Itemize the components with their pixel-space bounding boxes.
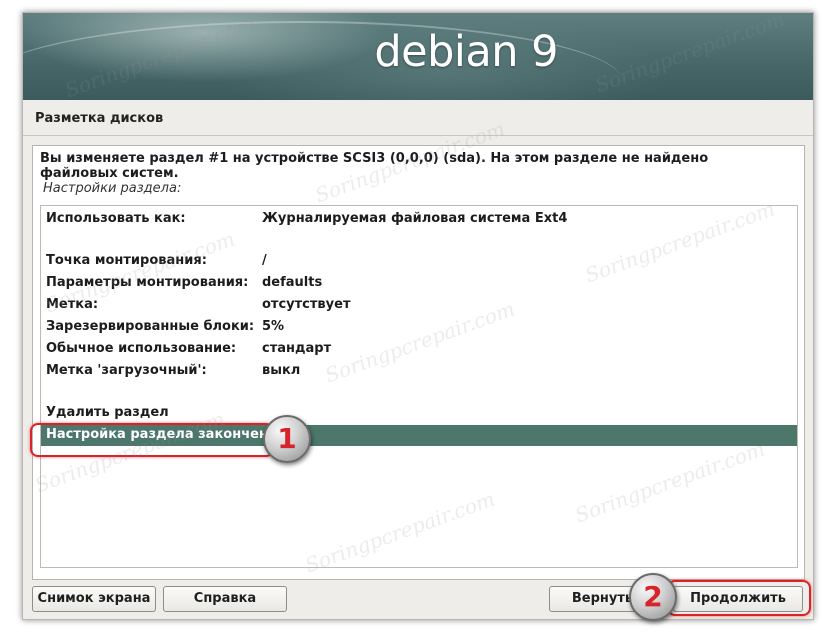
setting-row-mount-options[interactable]: Параметры монтирования: defaults [41,273,797,294]
setting-value: выкл [262,363,301,378]
setting-label: Параметры монтирования: [46,275,249,290]
action-label: Удалить раздел [46,405,169,420]
setting-label: Метка 'загрузочный': [46,363,207,378]
partition-description: Вы изменяете раздел #1 на устройстве SCS… [40,151,709,181]
content-panel: Вы изменяете раздел #1 на устройстве SCS… [32,145,805,580]
setting-label: Использовать как: [46,211,186,226]
highlight-done-item [30,423,274,457]
step-title-bar: Разметка дисков [23,101,813,136]
help-button[interactable]: Справка [163,586,287,612]
setting-row-reserved-blocks[interactable]: Зарезервированные блоки: 5% [41,317,797,338]
setting-label: Точка монтирования: [46,253,207,268]
setting-label: Обычное использование: [46,341,237,356]
setting-value: Журналируемая файловая система Ext4 [262,211,568,226]
setting-row-label[interactable]: Метка: отсутствует [41,295,797,316]
screenshot-button[interactable]: Снимок экрана [32,586,156,612]
setting-label: Зарезервированные блоки: [46,319,255,334]
installer-window: debian 9 Разметка дисков Вы изменяете ра… [22,12,814,620]
setting-value: стандарт [262,341,332,356]
partition-settings-heading: Настройки раздела: [43,181,182,196]
setting-row-use-as[interactable]: Использовать как: Журналируемая файловая… [41,209,797,230]
debian-banner: debian 9 [23,13,813,100]
setting-label: Метка: [46,297,99,312]
setting-row-typical-usage[interactable]: Обычное использование: стандарт [41,339,797,360]
setting-value: 5% [262,319,285,334]
setting-row-bootable-flag[interactable]: Метка 'загрузочный': выкл [41,361,797,382]
page-title: Разметка дисков [35,111,164,126]
partition-settings-list[interactable]: Использовать как: Журналируемая файловая… [40,205,798,568]
delete-partition-item[interactable]: Удалить раздел [41,403,797,424]
setting-value: отсутствует [262,297,351,312]
setting-row-mount-point[interactable]: Точка монтирования: / [41,251,797,272]
setting-value: defaults [262,275,323,290]
highlight-continue-button [667,580,811,616]
callout-marker-1: 1 [263,415,311,463]
setting-value: / [262,253,267,268]
debian-logo-title: debian 9 [374,27,558,77]
callout-marker-2: 2 [629,573,677,621]
